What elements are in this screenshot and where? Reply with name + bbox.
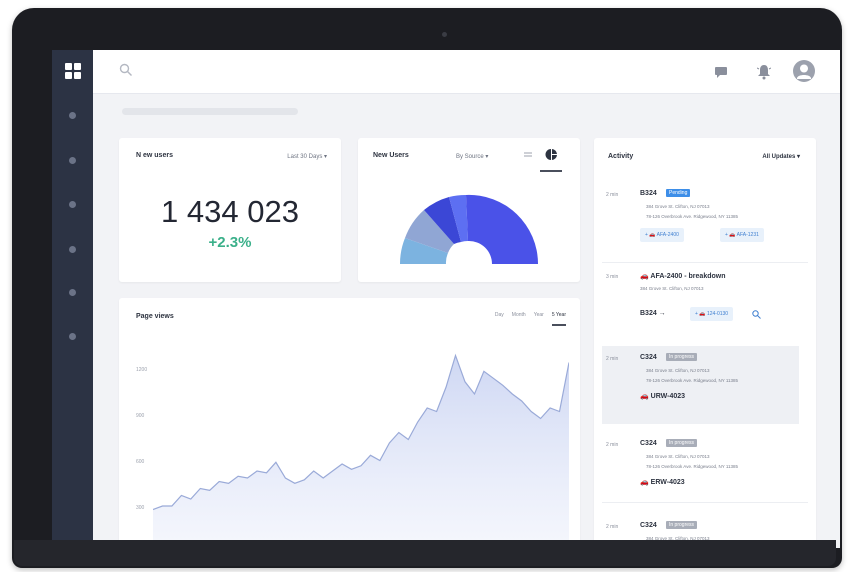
search-icon[interactable]	[119, 63, 133, 77]
reassign-line: B324 →	[640, 310, 666, 317]
search-vehicle-icon[interactable]	[752, 310, 761, 319]
y-tick: 1200	[136, 367, 148, 373]
tab-year[interactable]: Year	[534, 312, 544, 326]
vehicle-line: 🚗 ERW-4023	[640, 478, 685, 486]
avatar-icon[interactable]	[792, 59, 816, 83]
dropoff-address: 78-126 Overbrook Ave. Ridgewood, NY 1138…	[646, 464, 739, 469]
period-dropdown[interactable]: Last 30 Days ▾	[287, 153, 327, 160]
chip-label: AFA-2400	[656, 232, 679, 238]
y-tick: 300	[136, 505, 145, 511]
tab-day[interactable]: Day	[495, 312, 504, 326]
status-badge: In progress	[666, 353, 698, 361]
activity-time: 3 min	[606, 274, 619, 280]
sidebar-item-5[interactable]	[69, 289, 76, 296]
vehicle-chip[interactable]: + 🚗 AFA-1231	[720, 228, 764, 242]
sidebar	[52, 50, 93, 548]
activity-code: C324	[640, 522, 657, 529]
topbar	[93, 50, 840, 94]
dropoff-address: 78-126 Overbrook Ave. Ridgewood, NY 1138…	[646, 378, 739, 383]
vehicle-chip[interactable]: + 🚗 124-0130	[690, 307, 734, 321]
activity-title: Activity	[608, 153, 634, 160]
page-views-card: Page views Day Month Year 5 Year 1200 90…	[119, 298, 580, 548]
active-view-indicator	[540, 170, 562, 172]
activity-code: C324	[640, 354, 657, 361]
vehicle-label: ERW-4023	[650, 479, 685, 486]
pickup-address: 384 Grove St. Clifton, NJ 07013	[646, 204, 710, 209]
sidebar-item-6[interactable]	[69, 333, 76, 340]
car-icon: 🚗	[640, 273, 649, 280]
y-tick: 900	[136, 413, 145, 419]
breakdown-label: AFA-2400 - breakdown	[650, 273, 726, 280]
page-views-area-fill	[153, 355, 569, 548]
pie-view-icon[interactable]	[545, 148, 558, 161]
source-donut-chart	[399, 194, 538, 264]
tab-month[interactable]: Month	[512, 312, 526, 326]
app-logo-icon[interactable]	[65, 63, 81, 79]
y-tick: 600	[136, 459, 145, 465]
activity-time: 2 min	[606, 524, 619, 530]
vehicle-chip[interactable]: + 🚗 AFA-2400	[640, 228, 684, 242]
sidebar-item-2[interactable]	[69, 157, 76, 164]
activity-panel: Activity All Updates ▾ 2 min B324 Pendin…	[594, 138, 816, 548]
bell-icon[interactable]	[757, 64, 771, 80]
activity-time: 2 min	[606, 192, 619, 198]
vehicle-label: URW-4023	[650, 393, 686, 400]
status-badge: Pending	[666, 189, 691, 197]
card-title: Page views	[136, 313, 174, 320]
chip-label: AFA-1231	[736, 232, 759, 238]
activity-item-selected[interactable]: 2 min C324 In progress 384 Grove St. Cli…	[602, 346, 799, 424]
car-icon: 🚗	[640, 479, 649, 486]
tab-5-year[interactable]: 5 Year	[551, 312, 566, 326]
route-code: B324	[640, 310, 657, 317]
sidebar-item-4[interactable]	[69, 246, 76, 253]
activity-code: C324	[640, 440, 657, 447]
laptop-frame: N ew users Last 30 Days ▾ 1 434 023 +2.3…	[12, 8, 842, 568]
new-users-count-card: N ew users Last 30 Days ▾ 1 434 023 +2.3…	[119, 138, 341, 282]
pickup-address: 384 Grove St. Clifton, NJ 07013	[646, 454, 710, 459]
breakdown-title: 🚗 AFA-2400 - breakdown	[640, 272, 725, 280]
dropoff-address: 78-126 Overbrook Ave. Ridgewood, NY 1138…	[646, 214, 739, 219]
pickup-address: 384 Grove St. Clifton, NJ 07013	[646, 368, 710, 373]
list-view-icon[interactable]	[523, 150, 533, 160]
status-badge: In progress	[666, 521, 698, 529]
car-icon: 🚗	[640, 393, 649, 400]
chip-label: 124-0130	[706, 311, 729, 317]
divider	[602, 262, 808, 263]
divider	[602, 502, 808, 503]
activity-item[interactable]: 3 min 🚗 AFA-2400 - breakdown 384 Grove S…	[602, 270, 799, 340]
status-badge: In progress	[666, 439, 698, 447]
breadcrumb-placeholder	[122, 108, 298, 115]
laptop-base	[14, 540, 836, 566]
user-count-value: 1 434 023	[161, 194, 299, 229]
activity-time: 2 min	[606, 356, 619, 362]
page-views-area-chart	[153, 353, 569, 548]
app-screen: N ew users Last 30 Days ▾ 1 434 023 +2.3…	[52, 50, 840, 548]
range-tabs: Day Month Year 5 Year	[495, 312, 566, 326]
activity-item[interactable]: 2 min B324 Pending 384 Grove St. Clifton…	[602, 188, 799, 256]
activity-filter-dropdown[interactable]: All Updates ▾	[762, 153, 800, 160]
activity-item[interactable]: 2 min C324 In progress 384 Grove St. Cli…	[602, 438, 799, 508]
card-title: N ew users	[136, 152, 173, 159]
card-title: New Users	[373, 152, 409, 159]
sidebar-item-3[interactable]	[69, 201, 76, 208]
sidebar-item-1[interactable]	[69, 112, 76, 119]
chat-icon[interactable]	[715, 66, 727, 78]
vehicle-line: 🚗 URW-4023	[640, 392, 685, 400]
activity-time: 2 min	[606, 442, 619, 448]
activity-code: B324	[640, 190, 657, 197]
new-users-source-card: New Users By Source ▾	[358, 138, 580, 282]
camera-dot	[442, 32, 447, 37]
source-dropdown[interactable]: By Source ▾	[456, 153, 488, 160]
breakdown-address: 384 Grove St. Clifton, NJ 07013	[640, 286, 704, 291]
user-count-delta: +2.3%	[208, 234, 252, 251]
